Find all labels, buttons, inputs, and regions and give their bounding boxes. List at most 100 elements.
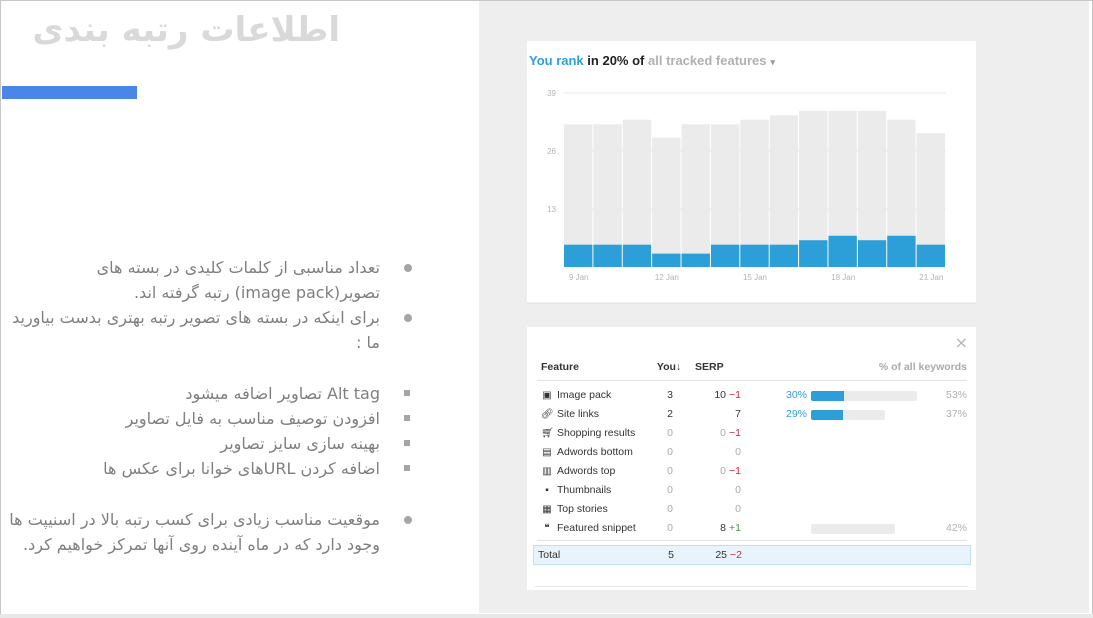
- header-percent-keywords[interactable]: % of all keywords: [879, 360, 967, 374]
- you-count: 0: [667, 465, 673, 477]
- bar-total: [681, 124, 710, 267]
- keyword-share-bar: [811, 524, 895, 534]
- you-count: 0: [667, 484, 673, 496]
- sub-bullet-item: افزودن توصیف مناسب به فایل تصاویر: [0, 406, 420, 431]
- news-icon: ▦: [542, 504, 552, 515]
- all-percent: 42%: [945, 522, 967, 534]
- you-count: 0: [667, 503, 673, 515]
- y-tick-label: 13: [547, 205, 556, 214]
- serp-count: 0 −1: [720, 427, 741, 439]
- all-percent: 53%: [945, 389, 967, 401]
- bar-you: [916, 244, 945, 267]
- image-pack-icon: ▣: [542, 390, 552, 401]
- header-feature[interactable]: Feature: [541, 360, 579, 374]
- bar-you: [710, 244, 740, 267]
- table-row[interactable]: 🛒︎ Shopping results 0 0 −1: [537, 424, 967, 443]
- bullet-square-icon: [404, 390, 410, 396]
- table-row[interactable]: ▤ Adwords bottom 0 0: [537, 443, 967, 462]
- serp-delta: −1: [729, 427, 741, 439]
- serp-count: 8 +1: [720, 522, 741, 534]
- title-accent-bar: [2, 86, 137, 99]
- features-table-card: × Feature You↓ SERP % of all keywords ▣ I…: [527, 327, 976, 590]
- feature-name: ▪ Thumbnails: [541, 481, 611, 500]
- feature-name: ▦ Top stories: [541, 500, 608, 519]
- x-tick-label: 18 Jan: [831, 273, 855, 282]
- sub-bullet-item: Alt tag تصاویر اضافه میشود: [0, 381, 420, 406]
- you-share-fill: [811, 410, 843, 420]
- sub-bullet-item: اضافه کردن URLهای خوانا برای عکس ها: [0, 456, 420, 481]
- table-row[interactable]: ▣ Image pack 3 10 −1 30% 53%: [537, 386, 967, 405]
- bullet-list: تعداد مناسبی از کلمات کلیدی در بسته های …: [0, 255, 420, 557]
- bar-you: [740, 244, 769, 267]
- slide-bottom-edge: [0, 614, 1093, 618]
- feature-name: ❝ Featured snippet: [541, 519, 636, 538]
- header-you[interactable]: You↓: [649, 360, 689, 374]
- bullet-square-icon: [404, 415, 410, 421]
- bar-you: [593, 244, 622, 267]
- keyword-share-bar: [811, 410, 885, 420]
- ad-bottom-icon: ▤: [542, 447, 552, 458]
- all-percent: 37%: [945, 408, 967, 420]
- bullet-dot-icon: [404, 516, 412, 524]
- bullet-square-icon: [404, 465, 410, 471]
- features-table: Feature You↓ SERP % of all keywords ▣ Ima…: [533, 360, 971, 565]
- y-tick-label: 39: [547, 89, 556, 98]
- bar-total: [769, 115, 799, 267]
- bullet-dot-icon: [404, 314, 412, 322]
- total-label: Total: [538, 549, 561, 561]
- thumbnail-icon: ▪: [545, 485, 549, 496]
- serp-count: 0: [735, 503, 741, 515]
- serp-count: 0: [735, 484, 741, 496]
- bar-you: [652, 253, 681, 267]
- serp-count: 7: [735, 408, 741, 420]
- table-row[interactable]: ❝ Featured snippet 0 8 +1 42%: [537, 519, 967, 538]
- rank-chart-card: You rank in 20% of all tracked features ▾…: [527, 41, 976, 304]
- bullet-square-icon: [404, 440, 410, 446]
- sort-arrow-icon: ↓: [675, 361, 682, 373]
- you-count: 3: [667, 389, 673, 401]
- you-percent: 29%: [785, 408, 807, 420]
- link-icon: 🔗︎: [541, 409, 554, 420]
- table-row[interactable]: ▦ Top stories 0 0: [537, 500, 967, 519]
- slide-title: اطلاعات رتبه بندی: [32, 10, 340, 50]
- rank-bar-chart: 13 26 39 9 Jan 12 Jan 15 Jan 18 Jan 21 Jan: [547, 89, 946, 282]
- close-icon[interactable]: ×: [955, 333, 968, 352]
- serp-delta: −1: [729, 465, 741, 477]
- bar-you: [681, 253, 710, 267]
- feature-name: 🔗︎ Site links: [541, 405, 599, 424]
- feature-name: ▣ Image pack: [541, 386, 611, 405]
- table-row[interactable]: 🔗︎ Site links 2 7 29% 37%: [537, 405, 967, 424]
- you-share-fill: [811, 391, 844, 401]
- header-serp[interactable]: SERP: [695, 360, 729, 374]
- you-count: 0: [667, 446, 673, 458]
- table-row[interactable]: ▥ Adwords top 0 0 −1: [537, 462, 967, 481]
- total-you: 5: [668, 549, 674, 561]
- bullet-item: برای اینکه در بسته های تصویر رتبه بهتری …: [0, 305, 420, 355]
- you-count: 2: [667, 408, 673, 420]
- feature-name: 🛒︎ Shopping results: [541, 424, 635, 443]
- you-percent: 30%: [785, 389, 807, 401]
- serp-delta: +1: [729, 522, 741, 534]
- x-tick-label: 15 Jan: [743, 273, 767, 282]
- keyword-share-bar: [811, 391, 917, 401]
- bullet-dot-icon: [404, 264, 412, 272]
- bar-you: [799, 240, 828, 267]
- serp-count: 0 −1: [720, 465, 741, 477]
- serp-count: 0: [735, 446, 741, 458]
- bar-you: [828, 235, 857, 267]
- y-tick-label: 26: [547, 147, 556, 156]
- x-tick-label: 21 Jan: [919, 273, 943, 282]
- bullet-item: تعداد مناسبی از کلمات کلیدی در بسته های …: [0, 255, 420, 305]
- x-tick-label: 12 Jan: [655, 273, 679, 282]
- quote-icon: ❝: [544, 523, 550, 534]
- serp-count: 10 −1: [714, 389, 741, 401]
- x-tick-label: 9 Jan: [569, 273, 589, 282]
- table-row[interactable]: ▪ Thumbnails 0 0: [537, 481, 967, 500]
- bar-you: [564, 244, 593, 267]
- sub-bullet-item: بهینه سازی سایز تصاویر: [0, 431, 420, 456]
- bar-you: [622, 244, 652, 267]
- feature-name: ▥ Adwords top: [541, 462, 615, 481]
- ad-top-icon: ▥: [542, 466, 552, 477]
- you-count: 0: [667, 522, 673, 534]
- bullet-item: موقعیت مناسب زیادی برای کسب رتبه بالا در…: [0, 507, 420, 557]
